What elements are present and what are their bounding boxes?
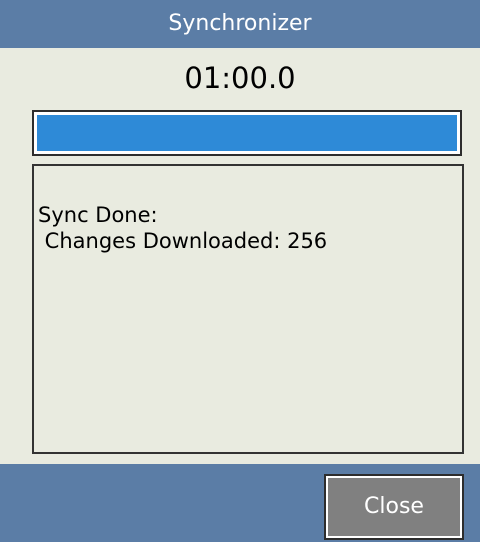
synchronizer-window: Synchronizer 01:00.0 Sync Done: Changes … <box>0 0 480 542</box>
sync-progress-bar <box>32 110 462 156</box>
window-title: Synchronizer <box>0 0 480 48</box>
sync-log[interactable]: Sync Done: Changes Downloaded: 256 <box>32 164 464 454</box>
close-button[interactable]: Close <box>324 474 464 540</box>
sync-log-line-changes: Changes Downloaded: 256 <box>38 229 328 253</box>
sync-timer: 01:00.0 <box>184 61 296 95</box>
sync-log-line-status: Sync Done: <box>38 203 158 227</box>
bottom-bar: Close <box>0 464 480 542</box>
sync-progress-fill <box>37 115 457 151</box>
